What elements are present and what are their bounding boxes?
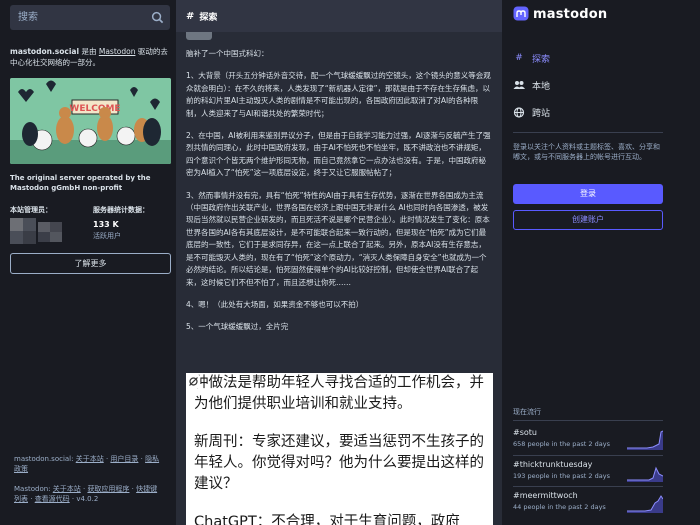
svg-text:WELCOME: WELCOME <box>69 104 120 114</box>
post-paragraph: 1、大背景（开头五分钟话外音交待，配一个气球缓缓飘过的空镜头，这个镜头的意义等会… <box>186 71 491 118</box>
left-sidebar: mastodon.social 是由 Mastodon 驱动的去中心化社交网络的… <box>0 0 176 525</box>
admin-label: 本站管理员： <box>10 206 52 214</box>
column-header: # 探索 <box>176 0 502 32</box>
trending-title: 现在流行 <box>513 408 541 416</box>
trend-item[interactable]: #sotu 658 people in the past 2 days <box>513 428 663 453</box>
post-paragraph: 3、然而事情并没有完，具有“怕死”特性的AI由于具有生存优势，逐渐在世界各国成为… <box>186 190 490 287</box>
nav-label: 探索 <box>532 54 551 65</box>
trend-item[interactable]: #meermittwoch 44 people in the past 2 da… <box>513 491 663 516</box>
nav-local[interactable]: 本地 <box>513 77 550 93</box>
footer-source-link[interactable]: 查看源代码 <box>35 495 70 503</box>
search-icon[interactable] <box>151 11 164 24</box>
post-paragraph: 5、一个气球缓缓飘过，全片完 <box>186 322 289 332</box>
post-paragraph: 2、在中国，AI被利用来鉴别异议分子，但是由于自我学习能力过强，AI逐渐与反毓产… <box>186 131 491 178</box>
active-users-count: 133 K <box>93 220 119 229</box>
nav-label: 本地 <box>532 81 551 92</box>
learn-more-button[interactable]: 了解更多 <box>10 253 171 274</box>
mastodon-logo-icon <box>513 6 529 21</box>
server-description: mastodon.social 是由 Mastodon 驱动的去中心化社交网络的… <box>10 46 170 68</box>
nav-explore[interactable]: # 探索 <box>513 50 550 66</box>
search-input[interactable] <box>10 5 170 30</box>
post-avatar-thumb[interactable] <box>186 32 212 40</box>
trend-item[interactable]: #thicktrunktuesday 193 people in the pas… <box>513 460 663 485</box>
nav-divider <box>513 132 663 133</box>
media-text: ChatGPT：不合理，对于生育问题，政府 <box>194 514 460 525</box>
hashtag-icon: # <box>515 53 523 63</box>
footer-version: · v4.0.2 <box>69 495 99 503</box>
admin-avatar[interactable] <box>10 218 68 244</box>
footer-apps-link[interactable]: 获取应用程序 <box>87 485 129 493</box>
trend-sparkline <box>627 495 663 513</box>
footer-links: mastodon.social: 关于本站 · 用户目录 · 隐私政策 Mast… <box>14 455 160 503</box>
trend-sparkline <box>627 466 663 482</box>
active-users-label: 活跃用户 <box>93 232 121 240</box>
mastodon-link[interactable]: Mastodon <box>99 47 136 56</box>
nav-label: 跨站 <box>532 108 551 119</box>
footer-about-link[interactable]: 关于本站 <box>76 455 104 463</box>
post-paragraph: 脑补了一个中国式科幻： <box>186 49 269 58</box>
login-button[interactable]: 登录 <box>513 184 663 204</box>
operator-title: The original server operated by the Mast… <box>10 174 151 192</box>
trend-sparkline <box>627 430 663 450</box>
server-desc-mid: 是由 <box>79 47 99 56</box>
footer-mastodon-about-link[interactable]: 关于本站 <box>53 485 81 493</box>
hashtag-icon: # <box>186 10 195 22</box>
right-sidebar: mastodon # 探索 本地 跨站 登录以关注个人资料或主题标签、喜欢、分享… <box>502 0 700 525</box>
server-name: mastodon.social <box>10 47 80 56</box>
divider <box>513 486 663 487</box>
users-icon <box>513 81 525 89</box>
search-box[interactable] <box>10 5 170 30</box>
post-paragraph: 4、嗯！（此处有大场面，如果资金不够也可以不拍） <box>186 299 364 309</box>
post-media-image[interactable]: 种做法是帮助年轻人寻找合适的工作机会，并为他们提供职业培训和就业支持。 新周刊：… <box>186 373 493 525</box>
footer-mastodon-prefix: Mastodon: <box>14 485 53 493</box>
divider <box>513 420 663 421</box>
hide-media-icon[interactable] <box>187 375 200 388</box>
brand-logo[interactable]: mastodon <box>513 6 607 22</box>
stats-label: 服务器统计数据： <box>93 206 149 214</box>
media-text: 种做法是帮助年轻人寻找合适的工作机会，并为他们提供职业培训和就业支持。 <box>194 375 484 412</box>
operator-note: The original server operated by the Mast… <box>10 173 170 193</box>
column-title: 探索 <box>199 12 218 23</box>
globe-icon <box>513 106 525 118</box>
server-hero-image: WELCOME <box>10 78 171 164</box>
divider <box>513 455 663 456</box>
media-text: 新周刊：专家还建议，要适当惩罚不生孩子的年轻人。你觉得对吗？他为什么要提出这样的… <box>194 434 484 492</box>
brand-name: mastodon <box>533 6 608 22</box>
footer-server-prefix: mastodon.social: <box>14 455 76 463</box>
nav-federated[interactable]: 跨站 <box>513 104 550 120</box>
post-content: 脑补了一个中国式科幻： 1、大背景（开头五分钟话外音交待，配一个气球缓缓飘过的空… <box>186 48 492 344</box>
register-button[interactable]: 创建账户 <box>513 210 663 230</box>
signup-prompt: 登录以关注个人资料或主题标签、喜欢、分享和嘟文，或与不同服务器上的帐号进行互动。 <box>513 143 660 161</box>
footer-directory-link[interactable]: 用户目录 <box>110 455 138 463</box>
